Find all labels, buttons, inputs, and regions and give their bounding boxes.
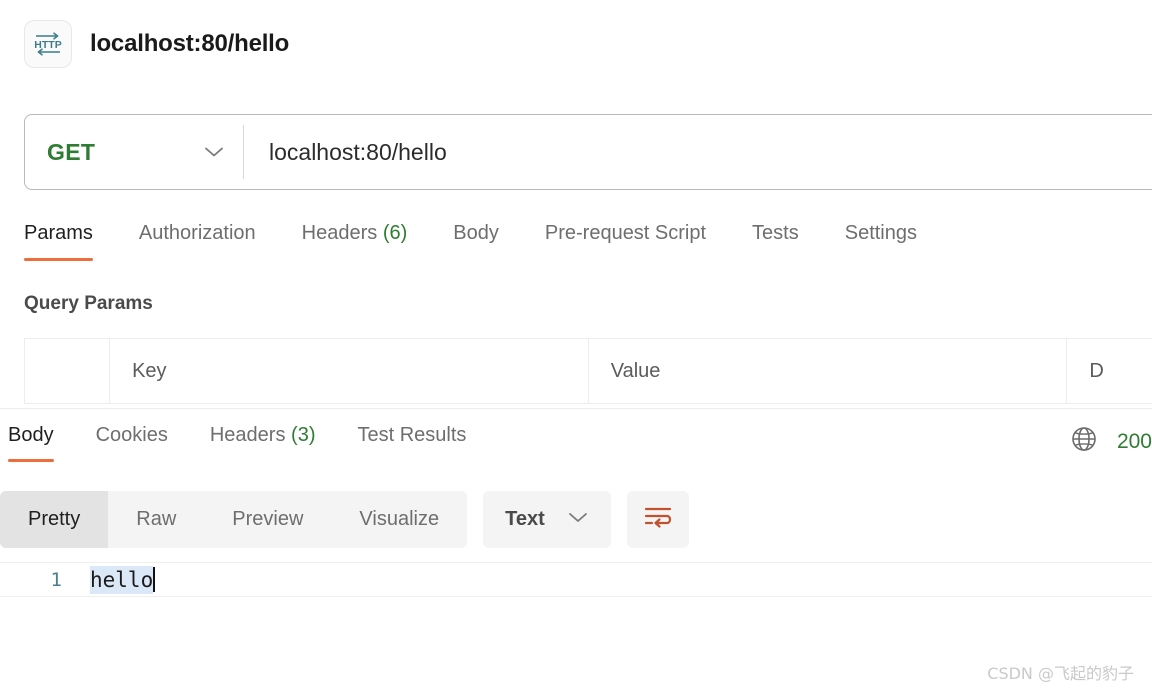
chevron-down-icon [203, 146, 225, 159]
response-tab-test-results-label: Test Results [357, 424, 467, 446]
view-mode-preview[interactable]: Preview [204, 491, 331, 548]
response-tab-cookies[interactable]: Cookies [75, 424, 189, 462]
tab-headers-count: (6) [382, 222, 408, 244]
request-title-row: HTTP localhost:80/hello [24, 20, 289, 68]
table-header-checkbox [25, 339, 111, 403]
tab-headers[interactable]: Headers (6) [279, 222, 431, 261]
query-params-heading: Query Params [24, 293, 153, 314]
tab-settings[interactable]: Settings [822, 222, 940, 261]
tab-authorization-label: Authorization [138, 222, 256, 244]
code-bottom-rule [0, 596, 1152, 597]
query-params-table: Key Value D [24, 338, 1152, 404]
table-header-description: D [1089, 359, 1104, 382]
view-mode-pretty[interactable]: Pretty [0, 491, 109, 548]
response-tab-body-label: Body [8, 424, 54, 446]
response-tab-cookies-label: Cookies [95, 424, 168, 446]
method-selector[interactable]: GET [25, 115, 243, 189]
tab-body-label: Body [453, 222, 499, 244]
format-select[interactable]: Text [483, 491, 611, 548]
svg-text:HTTP: HTTP [34, 39, 61, 51]
page-title: localhost:80/hello [90, 30, 290, 57]
request-tabs: Params Authorization Headers (6) Body Pr… [24, 222, 940, 261]
line-number: 1 [50, 568, 62, 591]
response-tabs: Body Cookies Headers (3) Test Results [0, 424, 487, 462]
response-tab-headers-count: (3) [291, 424, 316, 446]
tab-settings-label: Settings [844, 222, 917, 244]
code-line-1[interactable]: 1 hello [0, 563, 1152, 596]
tab-params-label: Params [24, 222, 93, 244]
tab-pre-request-script-label: Pre-request Script [544, 222, 707, 244]
table-header-key: Key [110, 339, 589, 403]
view-mode-raw-label: Raw [136, 508, 177, 530]
url-input[interactable]: localhost:80/hello [244, 115, 1152, 189]
postman-window: HTTP localhost:80/hello GET localhost:80… [0, 0, 1152, 700]
tab-headers-label: Headers [301, 222, 378, 244]
text-cursor [153, 567, 156, 592]
tab-authorization[interactable]: Authorization [116, 222, 279, 261]
http-protocol-icon: HTTP [24, 20, 72, 68]
tab-tests[interactable]: Tests [729, 222, 822, 261]
response-tab-test-results[interactable]: Test Results [336, 424, 487, 462]
panel-divider [0, 408, 1152, 409]
selected-text: hello [90, 566, 154, 594]
request-url-bar: GET localhost:80/hello [24, 114, 1152, 190]
wrap-lines-button[interactable] [626, 491, 689, 548]
method-label: GET [47, 138, 96, 165]
view-mode-visualize-label: Visualize [359, 508, 440, 530]
view-mode-segmented-control: Pretty Raw Preview Visualize [0, 491, 468, 548]
view-mode-raw[interactable]: Raw [108, 491, 204, 548]
response-tab-headers-label: Headers [209, 424, 286, 446]
tab-params[interactable]: Params [24, 222, 116, 261]
view-mode-pretty-label: Pretty [28, 508, 81, 530]
tab-pre-request-script[interactable]: Pre-request Script [522, 222, 729, 261]
globe-icon[interactable] [1069, 424, 1099, 459]
response-status-area: 200 [1069, 424, 1152, 459]
tab-tests-label: Tests [752, 222, 799, 244]
table-header-value: Value [589, 339, 1068, 403]
status-badge: 200 [1116, 429, 1152, 453]
wrap-lines-icon [643, 504, 673, 535]
watermark: CSDN @飞起的豹子 [987, 664, 1134, 683]
tab-body[interactable]: Body [430, 222, 522, 261]
response-tab-body[interactable]: Body [0, 424, 75, 462]
view-mode-preview-label: Preview [232, 508, 304, 530]
code-content[interactable]: hello [90, 566, 156, 594]
response-view-toolbar: Pretty Raw Preview Visualize Text [0, 491, 689, 548]
view-mode-visualize[interactable]: Visualize [331, 491, 467, 548]
format-select-value: Text [505, 508, 545, 530]
chevron-down-icon [567, 511, 589, 529]
response-tab-headers[interactable]: Headers (3) [189, 424, 337, 462]
